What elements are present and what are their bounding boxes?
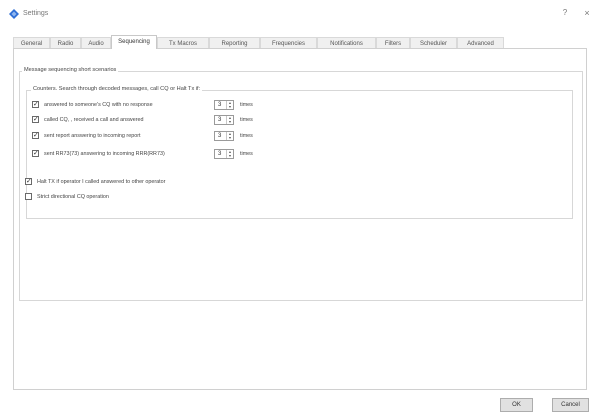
tab-sequencing[interactable]: Sequencing: [111, 35, 157, 49]
spinbox-arrows: ▲ ▼: [226, 116, 233, 124]
spinbox-arrows: ▲ ▼: [226, 101, 233, 109]
ok-button[interactable]: OK: [500, 398, 533, 412]
times-label: times: [240, 102, 253, 108]
spinbox-value: 3: [218, 151, 222, 157]
spinbox-arrows: ▲ ▼: [226, 150, 233, 158]
counters-title: Counters. Search through decoded message…: [31, 86, 203, 92]
times-label: times: [240, 133, 253, 139]
counter-spinbox[interactable]: 3 ▲ ▼: [214, 131, 234, 141]
option-row: Strict directional CQ operation: [25, 192, 425, 204]
checkmark-icon: ✓: [33, 132, 39, 139]
spinbox-value: 3: [218, 117, 222, 123]
times-label: times: [240, 117, 253, 123]
spin-down-icon[interactable]: ▼: [227, 105, 233, 109]
counter-label: sent RR73(73) answering to incoming RRR(…: [44, 151, 165, 157]
counter-spinbox[interactable]: 3 ▲ ▼: [214, 100, 234, 110]
help-button[interactable]: ?: [558, 6, 572, 20]
counter-row: ✓ called CQ, , received a call and answe…: [32, 115, 572, 127]
spinbox-value: 3: [218, 102, 222, 108]
counter-row: ✓ sent report answering to incoming repo…: [32, 131, 572, 143]
option-row: ✓ Halt TX if operator I called answered …: [25, 177, 425, 189]
counter-label: answered to someone's CQ with no respons…: [44, 102, 153, 108]
close-button[interactable]: ×: [580, 6, 594, 20]
spin-down-icon[interactable]: ▼: [227, 120, 233, 124]
spin-down-icon[interactable]: ▼: [227, 154, 233, 158]
app-icon: [9, 9, 19, 19]
window-title: Settings: [23, 10, 49, 17]
counter-row: ✓ answered to someone's CQ with no respo…: [32, 100, 572, 112]
cancel-button[interactable]: Cancel: [552, 398, 589, 412]
spinbox-value: 3: [218, 133, 222, 139]
counter-checkbox[interactable]: ✓: [32, 150, 39, 157]
sequencing-panel: Message sequencing short scenarios Count…: [13, 48, 587, 390]
counter-row: ✓ sent RR73(73) answering to incoming RR…: [32, 149, 572, 161]
strict-cq-label: Strict directional CQ operation: [37, 194, 109, 200]
settings-dialog: Settings ? × General Radio Audio Sequenc…: [0, 0, 600, 419]
title-bar: Settings ? ×: [0, 0, 600, 26]
checkmark-icon: ✓: [26, 178, 32, 185]
counter-spinbox[interactable]: 3 ▲ ▼: [214, 149, 234, 159]
counter-spinbox[interactable]: 3 ▲ ▼: [214, 115, 234, 125]
halt-tx-checkbox[interactable]: ✓: [25, 178, 32, 185]
spinbox-arrows: ▲ ▼: [226, 132, 233, 140]
counter-checkbox[interactable]: ✓: [32, 132, 39, 139]
spin-down-icon[interactable]: ▼: [227, 136, 233, 140]
strict-cq-checkbox[interactable]: [25, 193, 32, 200]
checkmark-icon: ✓: [33, 116, 39, 123]
times-label: times: [240, 151, 253, 157]
counter-label: sent report answering to incoming report: [44, 133, 141, 139]
checkmark-icon: ✓: [33, 150, 39, 157]
checkmark-icon: ✓: [33, 101, 39, 108]
halt-tx-label: Halt TX if operator I called answered to…: [37, 179, 166, 185]
counter-checkbox[interactable]: ✓: [32, 101, 39, 108]
counter-checkbox[interactable]: ✓: [32, 116, 39, 123]
message-sequencing-title: Message sequencing short scenarios: [22, 67, 119, 73]
counter-label: called CQ, , received a call and answere…: [44, 117, 144, 123]
